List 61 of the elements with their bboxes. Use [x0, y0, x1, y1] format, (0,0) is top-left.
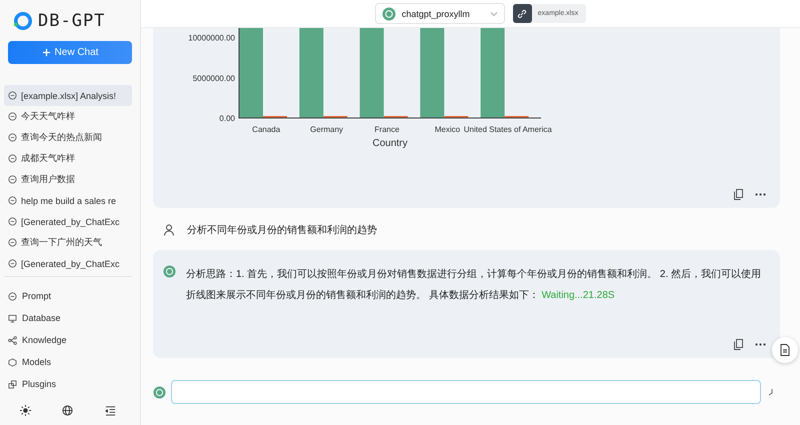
y-tick-label: 0.00 — [219, 114, 235, 123]
logo-text: DB-GPT — [38, 10, 106, 31]
chat-history-item[interactable]: [Generated_by_ChatExc — [4, 211, 132, 232]
y-tick-label: 10000000.00 — [188, 34, 235, 43]
chat-bubble-icon — [8, 91, 17, 100]
chat-bubble-icon — [8, 133, 17, 142]
new-chat-button[interactable]: New Chat — [8, 40, 132, 64]
send-icon[interactable] — [766, 388, 774, 396]
nav-menu-item[interactable]: Database — [4, 307, 132, 330]
chat-history-item[interactable]: 今天天气咋样 — [4, 106, 132, 128]
cube-icon — [8, 358, 17, 367]
model-select[interactable]: chatgpt_proxyllm — [374, 3, 505, 24]
chat-history-item[interactable]: 查询今天的热点新闻 — [4, 127, 132, 148]
more-icon[interactable] — [755, 343, 766, 346]
chat-history-item[interactable]: 查询用户数据 — [4, 169, 132, 190]
chat-bubble-icon — [8, 112, 17, 122]
nav-menu-item[interactable]: Knowledge — [4, 329, 132, 352]
x-category-label: Mexico — [434, 125, 460, 134]
chat-bubble-icon — [8, 259, 17, 268]
user-message: 分析不同年份或月份的销售额和利润的趋势 — [187, 224, 377, 237]
chat-history-item[interactable]: help me build a sales re — [4, 190, 132, 212]
chat-bubble-icon — [8, 292, 17, 301]
more-icon[interactable] — [755, 193, 766, 196]
chat-history-item[interactable]: 成都天气咋样 — [4, 148, 132, 170]
nodes-icon — [8, 336, 17, 345]
monitor-icon — [8, 314, 17, 323]
document-icon — [780, 344, 790, 356]
chat-bubble-icon — [8, 154, 17, 164]
chat-history-item[interactable]: [Generated_by_ChatExc — [4, 253, 132, 274]
x-category-label: Canada — [252, 125, 280, 134]
plus-icon — [42, 48, 51, 58]
windows-icon — [8, 380, 17, 389]
x-category-label: United States of America — [464, 125, 552, 134]
copy-icon[interactable] — [734, 189, 743, 200]
nav-menu-item[interactable]: Prompt — [4, 285, 132, 308]
chat-bubble-icon — [8, 175, 17, 184]
logo-icon — [12, 12, 34, 30]
x-category-label: France — [374, 125, 400, 134]
globe-icon[interactable] — [62, 404, 74, 416]
menu-fold-icon[interactable] — [105, 404, 116, 416]
chat-bubble-icon — [8, 238, 17, 248]
model-avatar-icon — [382, 6, 396, 20]
copy-icon[interactable] — [734, 339, 743, 350]
document-button[interactable] — [772, 337, 798, 363]
assistant-avatar-icon — [163, 265, 176, 278]
chat-history-item[interactable]: [example.xlsx] Analysis! — [4, 85, 132, 106]
sun-icon[interactable] — [20, 404, 31, 416]
y-tick-label: 5000000.00 — [192, 74, 235, 83]
assistant-message: 分析思路：1. 首先，我们可以按照年份或月份对销售数据进行分组，计算每个年份或月份的销售额和利润。 2. 然后，我们可以使用折线图来展示不同年份或月份的销售额和利润的趋势。 具体数据分析结果如下： Waiting...21.28S — [186, 268, 762, 303]
chat-bubble-icon — [8, 196, 17, 206]
assistant-avatar-icon — [153, 386, 166, 398]
chat-bubble-icon — [8, 217, 17, 226]
x-category-label: Germany — [310, 125, 344, 134]
chevron-down-icon — [490, 10, 498, 16]
link-icon — [512, 4, 532, 23]
nav-menu-item[interactable]: Plusgins — [4, 373, 132, 396]
x-axis-title: Country — [372, 138, 408, 149]
user-icon — [163, 224, 175, 236]
nav-menu-item[interactable]: Models — [4, 351, 132, 374]
chat-history-item[interactable]: 查询一下广州的天气 — [4, 232, 132, 254]
chat-input-field[interactable] — [171, 380, 761, 404]
